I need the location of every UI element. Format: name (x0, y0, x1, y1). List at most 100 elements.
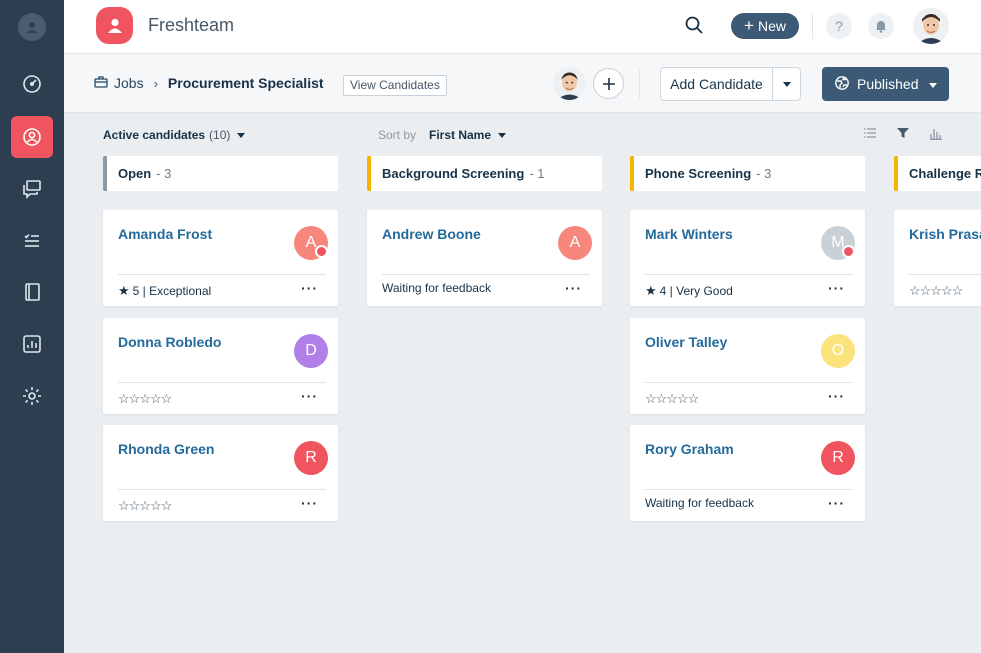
sidebar (0, 0, 64, 653)
divider (645, 382, 853, 383)
published-label: Published (857, 76, 919, 92)
candidate-rating: ★ 5 | Exceptional (118, 283, 211, 299)
candidate-avatar: D (294, 334, 328, 368)
active-candidates-count: (10) (209, 128, 231, 142)
candidate-card[interactable]: Andrew Boone A Waiting for feedback ··· (367, 210, 602, 306)
top-header: Freshteam + New ? (64, 0, 981, 54)
tasks-icon[interactable] (11, 220, 53, 262)
filter-icon[interactable] (896, 126, 910, 145)
breadcrumb: Jobs › Procurement Specialist (94, 75, 324, 91)
add-candidate-dropdown[interactable] (773, 68, 800, 100)
candidate-avatar: R (821, 441, 855, 475)
empty-rating-stars[interactable]: ☆☆☆☆☆ (118, 391, 172, 407)
job-title: Procurement Specialist (167, 75, 324, 91)
stage-column-challenge-round[interactable]: Challenge Ro (894, 156, 981, 191)
stage-count: - 3 (156, 166, 172, 181)
search-icon[interactable] (684, 15, 704, 40)
candidate-name[interactable]: Donna Robledo (118, 334, 221, 350)
empty-rating-stars[interactable]: ☆☆☆☆☆ (909, 283, 963, 299)
divider (645, 274, 853, 275)
sort-by-label: Sort by (378, 128, 417, 142)
hiring-team-avatar[interactable] (553, 67, 586, 100)
sidebar-header (0, 0, 64, 54)
candidates-icon[interactable] (11, 116, 53, 158)
stage-column-open[interactable]: Open - 3 (103, 156, 338, 191)
candidate-name[interactable]: Andrew Boone (382, 226, 481, 242)
candidate-card[interactable]: Oliver Talley O ☆☆☆☆☆ ··· (630, 318, 865, 414)
candidate-rating: ★ 4 | Very Good (645, 283, 733, 299)
candidate-name[interactable]: Rhonda Green (118, 441, 214, 457)
freshteam-logo[interactable] (96, 7, 133, 44)
help-icon[interactable]: ? (826, 13, 852, 39)
candidate-card[interactable]: Rory Graham R Waiting for feedback ··· (630, 425, 865, 521)
more-options-icon[interactable]: ··· (301, 280, 318, 296)
more-options-icon[interactable]: ··· (565, 280, 582, 296)
empty-rating-stars[interactable]: ☆☆☆☆☆ (645, 391, 699, 407)
stage-column-background-screening[interactable]: Background Screening - 1 (367, 156, 602, 191)
empty-rating-stars[interactable]: ☆☆☆☆☆ (118, 498, 172, 514)
stage-title: Background Screening (382, 166, 525, 181)
divider (382, 274, 590, 275)
user-avatar[interactable] (913, 8, 949, 44)
candidate-name[interactable]: Krish Prasa (909, 226, 981, 242)
sidebar-logo[interactable] (18, 13, 46, 41)
more-options-icon[interactable]: ··· (828, 280, 845, 296)
add-member-button[interactable] (593, 68, 624, 99)
active-candidates-label: Active candidates (103, 128, 206, 142)
star-outline-icons: ☆☆☆☆☆ (909, 283, 963, 298)
feedback-status: Waiting for feedback (382, 281, 491, 295)
more-options-icon[interactable]: ··· (828, 388, 845, 404)
new-button[interactable]: + New (731, 13, 799, 39)
briefcase-icon (94, 75, 108, 91)
plus-icon: + (744, 16, 754, 35)
divider (645, 489, 853, 490)
more-options-icon[interactable]: ··· (301, 495, 318, 511)
list-view-icon[interactable] (863, 126, 877, 145)
dashboard-icon[interactable] (11, 63, 53, 105)
stage-title: Phone Screening (645, 166, 752, 181)
add-candidate-button[interactable]: Add Candidate (661, 68, 773, 100)
settings-icon[interactable] (11, 375, 53, 417)
candidate-name[interactable]: Rory Graham (645, 441, 734, 457)
more-options-icon[interactable]: ··· (301, 388, 318, 404)
filter-bar: Active candidates (10) Sort by First Name (64, 113, 981, 155)
candidate-card[interactable]: Mark Winters M ★ 4 | Very Good ··· (630, 210, 865, 306)
view-candidates-button[interactable]: View Candidates (343, 75, 447, 96)
candidate-avatar: O (821, 334, 855, 368)
divider (118, 489, 326, 490)
new-button-label: New (757, 18, 786, 34)
star-outline-icons: ☆☆☆☆☆ (645, 391, 699, 406)
candidate-card[interactable]: Amanda Frost A ★ 5 | Exceptional ··· (103, 210, 338, 306)
candidate-name[interactable]: Amanda Frost (118, 226, 212, 242)
candidate-card[interactable]: Donna Robledo D ☆☆☆☆☆ ··· (103, 318, 338, 414)
feedback-status: Waiting for feedback (645, 496, 754, 510)
breadcrumb-jobs-link[interactable]: Jobs (114, 75, 144, 91)
stage-count: - 1 (529, 166, 545, 181)
subheader-divider (639, 70, 640, 98)
job-subheader: Jobs › Procurement Specialist View Candi… (64, 54, 981, 113)
active-candidates-filter[interactable]: Active candidates (10) (103, 128, 246, 142)
more-options-icon[interactable]: ··· (828, 495, 845, 511)
stage-title: Challenge Ro (909, 166, 981, 181)
stage-title: Open (118, 166, 152, 181)
divider (909, 274, 981, 275)
candidate-name[interactable]: Mark Winters (645, 226, 733, 242)
divider (118, 274, 326, 275)
chart-view-icon[interactable] (929, 126, 943, 145)
star-outline-icons: ☆☆☆☆☆ (118, 498, 172, 513)
candidate-name[interactable]: Oliver Talley (645, 334, 727, 350)
sort-by-dropdown[interactable]: First Name (429, 128, 507, 142)
published-button[interactable]: Published (822, 67, 949, 101)
bell-icon[interactable] (868, 13, 894, 39)
candidate-card[interactable]: Rhonda Green R ☆☆☆☆☆ ··· (103, 425, 338, 521)
chat-icon[interactable] (11, 167, 53, 209)
divider (118, 382, 326, 383)
rating-text: 4 | Very Good (659, 284, 733, 298)
candidate-card[interactable]: Krish Prasa ☆☆☆☆☆ (894, 210, 981, 306)
reports-icon[interactable] (11, 323, 53, 365)
book-icon[interactable] (11, 271, 53, 313)
candidate-avatar: A (558, 226, 592, 260)
sort-value: First Name (429, 128, 492, 142)
stage-column-phone-screening[interactable]: Phone Screening - 3 (630, 156, 865, 191)
chevron-right-icon: › (153, 75, 158, 91)
